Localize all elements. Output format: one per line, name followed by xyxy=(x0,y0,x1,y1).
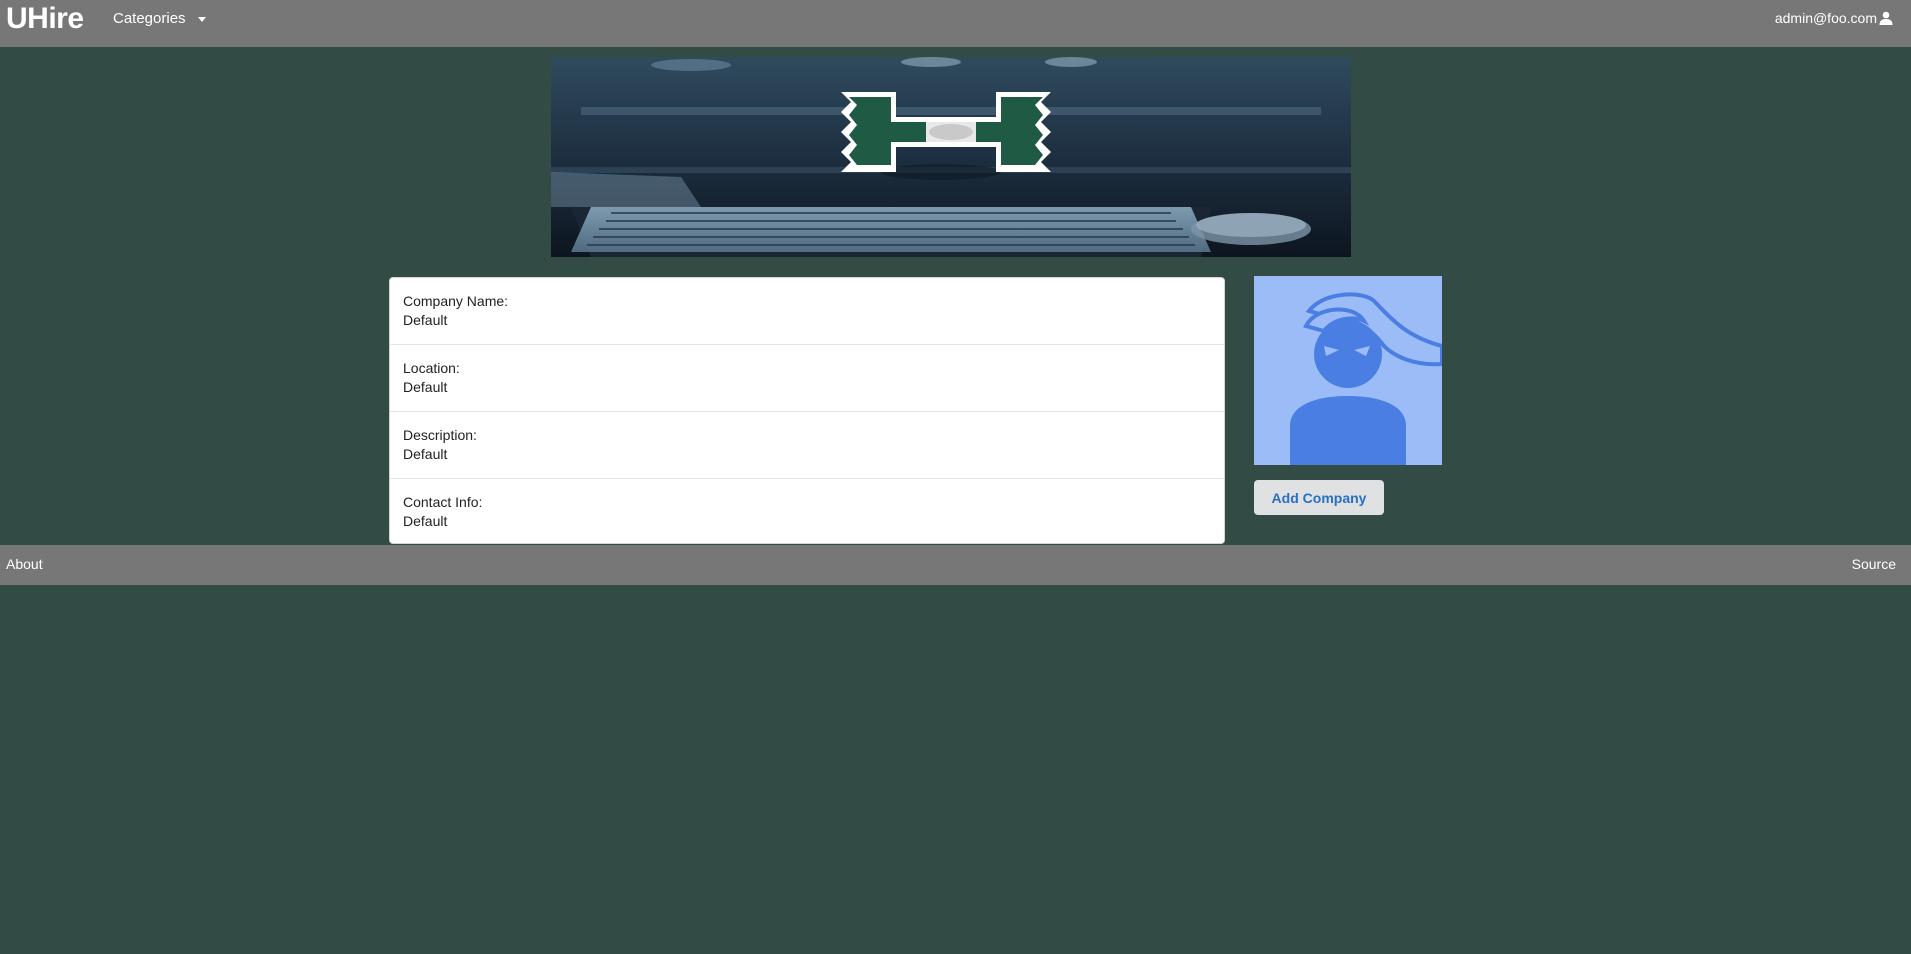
location-item: Location: Default xyxy=(390,345,1224,412)
description-label: Description: xyxy=(403,427,477,443)
company-name-label: Company Name: xyxy=(403,293,509,309)
company-name-value: Default xyxy=(403,312,448,328)
footer-about-link[interactable]: About xyxy=(6,556,43,572)
contact-info-value: Default xyxy=(403,513,448,529)
description-item: Description: Default xyxy=(390,412,1224,479)
top-navbar: UHire Categories admin@foo.com xyxy=(0,0,1911,47)
brand-logo-text[interactable]: UHire xyxy=(6,2,84,36)
location-label: Location: xyxy=(403,360,460,376)
description-value: Default xyxy=(403,446,448,462)
banner-image xyxy=(551,57,1351,257)
location-value: Default xyxy=(403,379,448,395)
categories-dropdown[interactable]: Categories xyxy=(113,10,206,27)
company-avatar-image xyxy=(1254,276,1442,465)
company-details-card: Company Name: Default Location: Default … xyxy=(389,277,1225,544)
company-name-item: Company Name: Default xyxy=(390,278,1224,345)
caret-down-icon xyxy=(197,17,206,22)
footer: About Source xyxy=(0,545,1911,585)
footer-source-link[interactable]: Source xyxy=(1852,556,1896,572)
user-menu[interactable]: admin@foo.com xyxy=(1775,10,1893,26)
add-company-button[interactable]: Add Company xyxy=(1254,480,1384,515)
contact-info-label: Contact Info: xyxy=(403,494,483,510)
contact-info-item: Contact Info: Default xyxy=(390,479,1224,546)
user-icon xyxy=(1879,11,1893,25)
user-email: admin@foo.com xyxy=(1774,10,1877,26)
categories-label: Categories xyxy=(113,10,186,27)
